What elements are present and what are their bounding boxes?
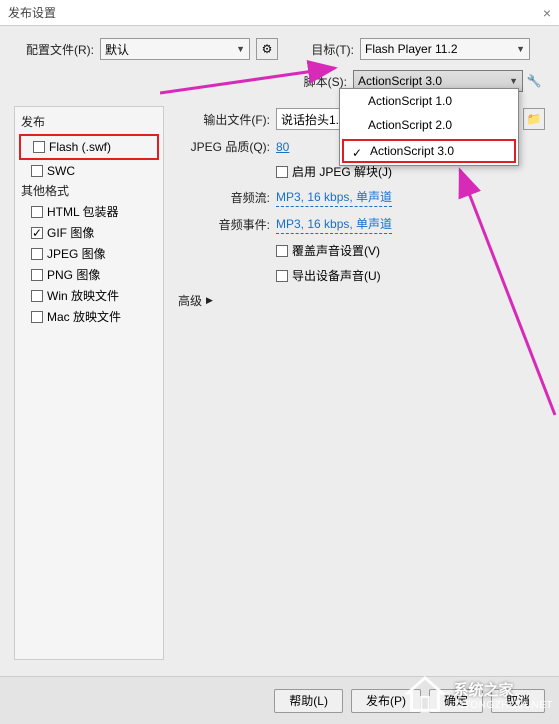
checkbox-icon[interactable] bbox=[31, 311, 43, 323]
sidebar-item-mac[interactable]: Mac 放映文件 bbox=[15, 306, 163, 327]
script-options-menu: ActionScript 1.0 ActionScript 2.0 ✓ Acti… bbox=[339, 88, 519, 166]
watermark-text: 系统之家 bbox=[454, 682, 514, 699]
target-dropdown[interactable]: Flash Player 11.2 ▼ bbox=[360, 38, 530, 60]
sidebar-publish-header: 发布 bbox=[15, 111, 163, 132]
audio-event-link[interactable]: MP3, 16 kbps, 单声道 bbox=[276, 215, 392, 234]
checkbox-icon[interactable] bbox=[33, 141, 45, 153]
sidebar-item-flash[interactable]: Flash (.swf) bbox=[31, 138, 157, 156]
checkbox-icon[interactable] bbox=[31, 248, 43, 260]
script-label: 脚本(S): bbox=[287, 73, 347, 90]
watermark-sub: XITONGZHIJIA.NET bbox=[454, 700, 554, 711]
check-icon: ✓ bbox=[352, 146, 362, 160]
profile-value: 默认 bbox=[105, 41, 129, 58]
profile-dropdown[interactable]: 默认 ▼ bbox=[100, 38, 250, 60]
advanced-toggle[interactable]: 高级 ▶ bbox=[178, 292, 545, 309]
script-option-as1[interactable]: ActionScript 1.0 bbox=[340, 89, 518, 113]
script-value: ActionScript 3.0 bbox=[358, 74, 442, 88]
script-option-as2[interactable]: ActionScript 2.0 bbox=[340, 113, 518, 137]
override-sound-label: 覆盖声音设置(V) bbox=[292, 242, 380, 259]
checkbox-icon[interactable] bbox=[276, 270, 288, 282]
output-label: 输出文件(F): bbox=[178, 111, 270, 128]
sidebar-item-gif[interactable]: ✓ GIF 图像 bbox=[15, 222, 163, 243]
script-option-as3[interactable]: ✓ ActionScript 3.0 bbox=[342, 139, 516, 163]
checkbox-icon[interactable]: ✓ bbox=[31, 227, 43, 239]
jpeg-quality-value[interactable]: 80 bbox=[276, 140, 289, 154]
profile-settings-button[interactable]: ⚙ bbox=[256, 38, 278, 60]
browse-button[interactable]: 📁 bbox=[523, 108, 545, 130]
target-label: 目标(T): bbox=[294, 41, 354, 58]
checkbox-icon[interactable] bbox=[276, 245, 288, 257]
chevron-down-icon: ▼ bbox=[516, 44, 525, 54]
chevron-down-icon: ▼ bbox=[236, 44, 245, 54]
annotation-highlight: Flash (.swf) bbox=[19, 134, 159, 160]
close-icon[interactable]: × bbox=[543, 5, 551, 21]
sidebar-item-png[interactable]: PNG 图像 bbox=[15, 264, 163, 285]
titlebar: 发布设置 × bbox=[0, 0, 559, 26]
wrench-icon: 🔧 bbox=[527, 74, 542, 88]
script-settings-button[interactable]: 🔧 bbox=[523, 70, 545, 92]
jpeg-quality-label: JPEG 品质(Q): bbox=[178, 138, 270, 155]
audio-event-label: 音频事件: bbox=[178, 216, 270, 233]
chevron-down-icon: ▼ bbox=[509, 76, 518, 86]
content-panel: 输出文件(F): 说话抬头1.swf 📁 JPEG 品质(Q): 80 启用 J… bbox=[178, 106, 545, 660]
sidebar-item-win[interactable]: Win 放映文件 bbox=[15, 285, 163, 306]
audio-stream-label: 音频流: bbox=[178, 189, 270, 206]
watermark: 系统之家 XITONGZHIJIA.NET bbox=[402, 672, 554, 718]
checkbox-icon[interactable] bbox=[276, 166, 288, 178]
target-value: Flash Player 11.2 bbox=[365, 42, 458, 56]
profile-label: 配置文件(R): bbox=[14, 41, 94, 58]
triangle-right-icon: ▶ bbox=[206, 295, 213, 306]
house-icon bbox=[402, 672, 448, 718]
checkbox-icon[interactable] bbox=[31, 290, 43, 302]
audio-stream-link[interactable]: MP3, 16 kbps, 单声道 bbox=[276, 188, 392, 207]
sidebar-item-swc[interactable]: SWC bbox=[15, 162, 163, 180]
checkbox-icon[interactable] bbox=[31, 269, 43, 281]
sidebar: 发布 Flash (.swf) SWC 其他格式 HTML 包装器 ✓ GIF … bbox=[14, 106, 164, 660]
sidebar-other-header: 其他格式 bbox=[15, 180, 163, 201]
help-button[interactable]: 帮助(L) bbox=[274, 689, 343, 713]
checkbox-icon[interactable] bbox=[31, 206, 43, 218]
folder-icon: 📁 bbox=[527, 112, 542, 126]
window-title: 发布设置 bbox=[8, 4, 56, 21]
sidebar-item-html[interactable]: HTML 包装器 bbox=[15, 201, 163, 222]
gear-icon: ⚙ bbox=[262, 42, 273, 56]
sidebar-item-jpeg[interactable]: JPEG 图像 bbox=[15, 243, 163, 264]
checkbox-icon[interactable] bbox=[31, 165, 43, 177]
export-device-sound-label: 导出设备声音(U) bbox=[292, 267, 381, 284]
